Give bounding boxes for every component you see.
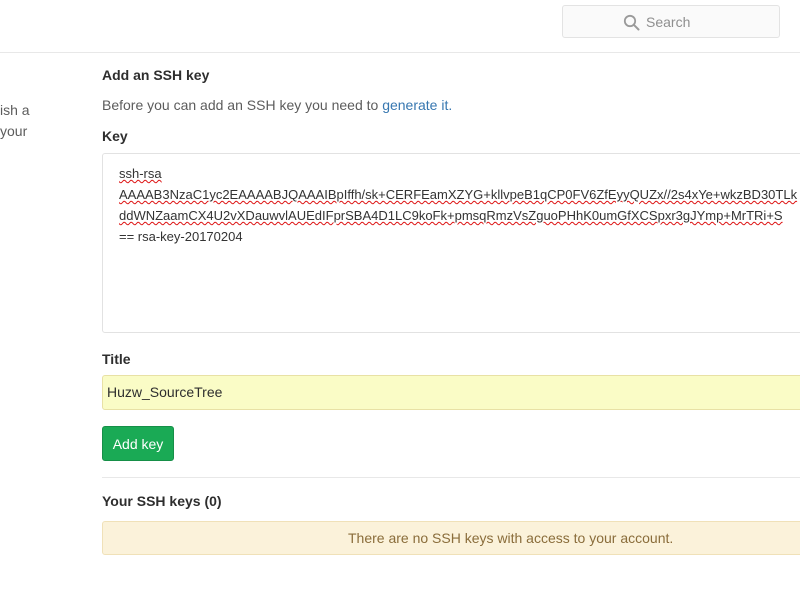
no-keys-notice: There are no SSH keys with access to you…	[102, 521, 800, 555]
section-divider	[102, 477, 800, 478]
generate-it-link[interactable]: generate it.	[382, 97, 452, 113]
key-textarea[interactable]: ssh-rsa AAAAB3NzaC1yc2EAAAABJQAAAIBpIffh…	[102, 153, 800, 333]
search-box[interactable]: Search	[562, 5, 780, 38]
title-input[interactable]: Huzw_SourceTree	[102, 375, 800, 410]
key-line-3: ddWNZaamCX4U2vXDauwvlAUEdIFprSBA4D1LC9ko…	[119, 208, 783, 223]
add-key-button[interactable]: Add key	[102, 426, 174, 461]
intro-text-body: Before you can add an SSH key you need t…	[102, 97, 383, 113]
intro-text: Before you can add an SSH key you need t…	[102, 97, 452, 113]
key-label: Key	[102, 128, 128, 144]
key-line-2: AAAAB3NzaC1yc2EAAAABJQAAAIBpIffh/sk+CERF…	[119, 187, 798, 202]
search-icon	[623, 14, 640, 31]
sidebar-description: ish a your	[0, 102, 30, 139]
key-line-4: == rsa-key-20170204	[119, 229, 243, 244]
top-bar: Search	[0, 0, 800, 53]
add-ssh-key-heading: Add an SSH key	[102, 67, 210, 83]
search-placeholder: Search	[646, 14, 691, 30]
no-keys-message: There are no SSH keys with access to you…	[348, 530, 674, 546]
key-line-1: ssh-rsa	[119, 166, 162, 181]
title-label: Title	[102, 351, 131, 367]
your-ssh-keys-heading: Your SSH keys (0)	[102, 493, 222, 509]
